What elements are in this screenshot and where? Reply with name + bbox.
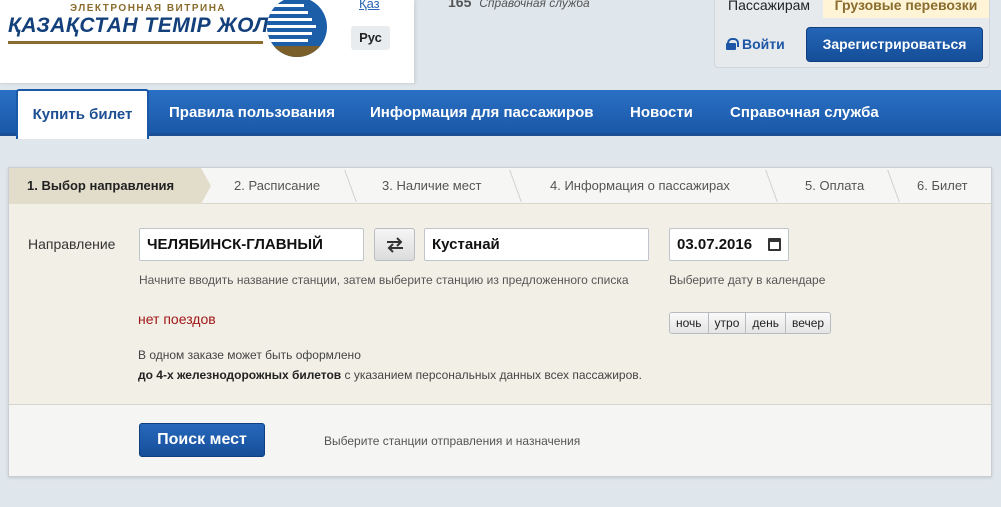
date-value: 03.07.2016 [677,236,753,253]
nav-passenger-info[interactable]: Информация для пассажиров [370,90,593,136]
filter-morning[interactable]: утро [708,313,747,333]
lang-rus-button[interactable]: Рус [351,26,390,50]
step-ticket: 6. Билет [917,178,968,193]
swap-arrows-icon [386,237,403,253]
nav-help[interactable]: Справочная служба [730,90,879,136]
lock-icon [726,38,739,50]
note-rest: с указанием персональных данных всех пас… [341,368,642,382]
logo-title: ҚАЗАҚСТАН ТЕМІР ЖОЛЫ [8,14,291,37]
header-brand-panel: ЭЛЕКТРОННАЯ ВИТРИНА ҚАЗАҚСТАН ТЕМІР ЖОЛЫ… [0,0,414,84]
order-limit-note: В одном заказе может быть оформлено до 4… [138,345,642,385]
search-seats-button[interactable]: Поиск мест [139,423,265,457]
step-direction: 1. Выбор направления [9,168,211,204]
filter-night[interactable]: ночь [670,313,709,333]
nav-news[interactable]: Новости [630,90,693,136]
date-input[interactable]: 03.07.2016 [669,228,789,261]
step-schedule: 2. Расписание [234,178,321,193]
tab-cargo[interactable]: Грузовые перевозки [823,0,989,18]
lang-kaz-link[interactable]: Қаз [359,0,380,11]
from-station-input[interactable]: ЧЕЛЯБИНСК-ГЛАВНЫЙ [139,228,364,261]
swap-stations-button[interactable] [374,228,415,261]
step-payment: 5. Оплата [805,178,865,193]
hotline: 165 Справочная служба [448,0,590,10]
calendar-icon[interactable] [768,238,781,251]
register-button[interactable]: Зарегистрироваться [806,27,983,62]
footer-hint: Выберите станции отправления и назначени… [324,434,581,448]
login-button[interactable]: Войти [726,32,785,56]
ktz-emblem-icon [267,0,327,57]
to-station-input[interactable]: Кустанай [424,228,649,261]
date-hint: Выберите дату в календаре [669,273,826,287]
logo-underline [8,41,263,44]
filter-evening[interactable]: вечер [785,313,831,333]
direction-label: Направление [28,236,116,252]
note-line-2: до 4-х железнодорожных билетов с указани… [138,365,642,385]
nav-buy-ticket[interactable]: Купить билет [16,89,149,139]
nav-rules[interactable]: Правила пользования [169,90,335,136]
station-hint: Начните вводить название станции, затем … [139,273,629,287]
step-availability: 3. Наличие мест [382,178,482,193]
filter-day[interactable]: день [746,313,786,333]
note-line-1: В одном заказе может быть оформлено [138,348,361,362]
note-bold: до 4-х железнодорожных билетов [138,368,342,382]
time-of-day-filter: ночь утро день вечер [669,312,832,334]
tab-passengers[interactable]: Пассажирам [716,0,822,18]
step-passenger-info: 4. Информация о пассажирах [550,178,730,193]
hotline-number: 165 [448,0,472,10]
no-trains-message: нет поездов [138,311,216,327]
login-label: Войти [742,36,785,52]
logo-subtitle: ЭЛЕКТРОННАЯ ВИТРИНА [70,3,227,14]
hotline-label: Справочная служба [479,0,590,10]
